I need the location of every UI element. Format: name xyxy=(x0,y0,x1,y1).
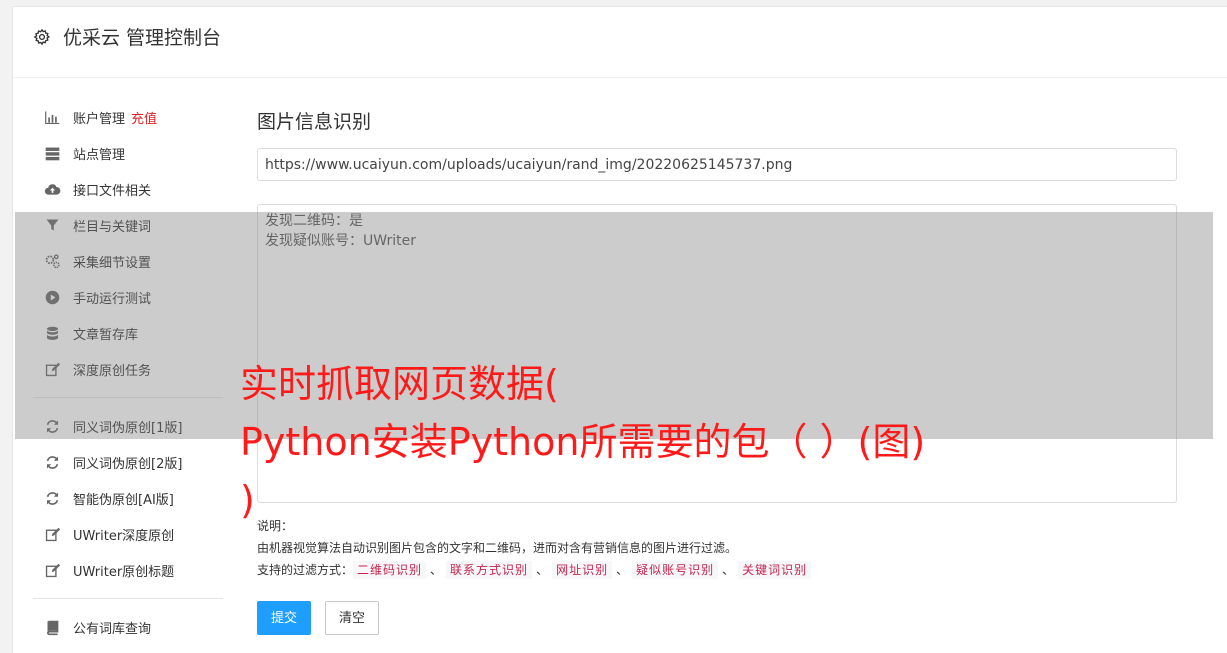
page-title: 图片信息识别 xyxy=(257,111,372,133)
refresh-icon xyxy=(43,453,61,471)
app-title: 优采云 管理控制台 xyxy=(63,27,222,49)
sidebar-item-label: 公有词库查询 xyxy=(73,621,152,637)
tag-separator: 、 xyxy=(536,563,549,577)
submit-button[interactable]: 提交 xyxy=(257,601,312,635)
tag-separator: 、 xyxy=(430,563,443,577)
sidebar-item-account[interactable]: 账户管理 充值 xyxy=(33,99,223,135)
image-url-input[interactable] xyxy=(257,148,1177,181)
sidebar-item-label: 接口文件相关 xyxy=(73,183,152,199)
tag-separator: 、 xyxy=(616,563,629,577)
gear-icon xyxy=(33,28,51,46)
book-icon xyxy=(43,618,61,636)
server-icon xyxy=(43,144,61,162)
sidebar-item-ai-rewrite[interactable]: 智能伪原创[AI版] xyxy=(33,480,223,516)
sidebar-item-uwriter-original[interactable]: UWriter深度原创 xyxy=(33,516,223,552)
cloud-upload-icon xyxy=(43,180,61,198)
filter-tag-account: 疑似账号识别 xyxy=(632,561,719,579)
filter-tag-url: 网址识别 xyxy=(552,561,613,579)
sidebar-item-public-lexicon[interactable]: 公有词库查询 xyxy=(33,609,223,645)
sidebar-item-label: 智能伪原创[AI版] xyxy=(73,492,174,508)
sidebar-divider xyxy=(33,598,223,599)
header: 优采云 管理控制台 xyxy=(13,7,1227,78)
notes-description: 由机器视觉算法自动识别图片包含的文字和二维码，进而对含有营销信息的图片进行过滤。 xyxy=(257,541,738,555)
action-buttons: 提交 清空 xyxy=(257,601,1179,635)
sidebar-item-sites[interactable]: 站点管理 xyxy=(33,135,223,171)
sidebar-item-uwriter-title[interactable]: UWriter原创标题 xyxy=(33,552,223,588)
watermark-line: ) xyxy=(240,478,255,522)
sidebar-item-label: UWriter原创标题 xyxy=(73,564,175,580)
watermark-line: Python安装Python所需要的包（ ）(图) xyxy=(240,420,926,464)
filter-methods-label: 支持的过滤方式： xyxy=(257,563,354,577)
sidebar-item-label: 账户管理 xyxy=(73,111,126,127)
sidebar-item-interface-files[interactable]: 接口文件相关 xyxy=(33,171,223,207)
sidebar-item-synonym-v2[interactable]: 同义词伪原创[2版] xyxy=(33,444,223,480)
filter-tag-qrcode: 二维码识别 xyxy=(353,561,427,579)
filter-methods: 支持的过滤方式： 二维码识别、联系方式识别、网址识别、疑似账号识别、关键词识别 xyxy=(257,559,1179,581)
sidebar-item-label: 站点管理 xyxy=(73,147,126,163)
watermark-text: 实时抓取网页数据( Python安装Python所需要的包（ ）(图) ) xyxy=(240,355,1020,529)
clear-button[interactable]: 清空 xyxy=(325,601,380,635)
sidebar-item-label: UWriter深度原创 xyxy=(73,528,175,544)
bar-chart-icon xyxy=(43,108,61,126)
filter-tag-keyword: 关键词识别 xyxy=(738,561,812,579)
refresh-icon xyxy=(43,489,61,507)
sidebar-item-label: 同义词伪原创[2版] xyxy=(73,456,183,472)
edit-icon xyxy=(43,525,61,543)
tag-separator: 、 xyxy=(722,563,735,577)
filter-tag-contact: 联系方式识别 xyxy=(446,561,533,579)
recharge-link[interactable]: 充值 xyxy=(131,108,157,127)
edit-icon xyxy=(43,561,61,579)
watermark-line: 实时抓取网页数据( xyxy=(240,362,559,406)
